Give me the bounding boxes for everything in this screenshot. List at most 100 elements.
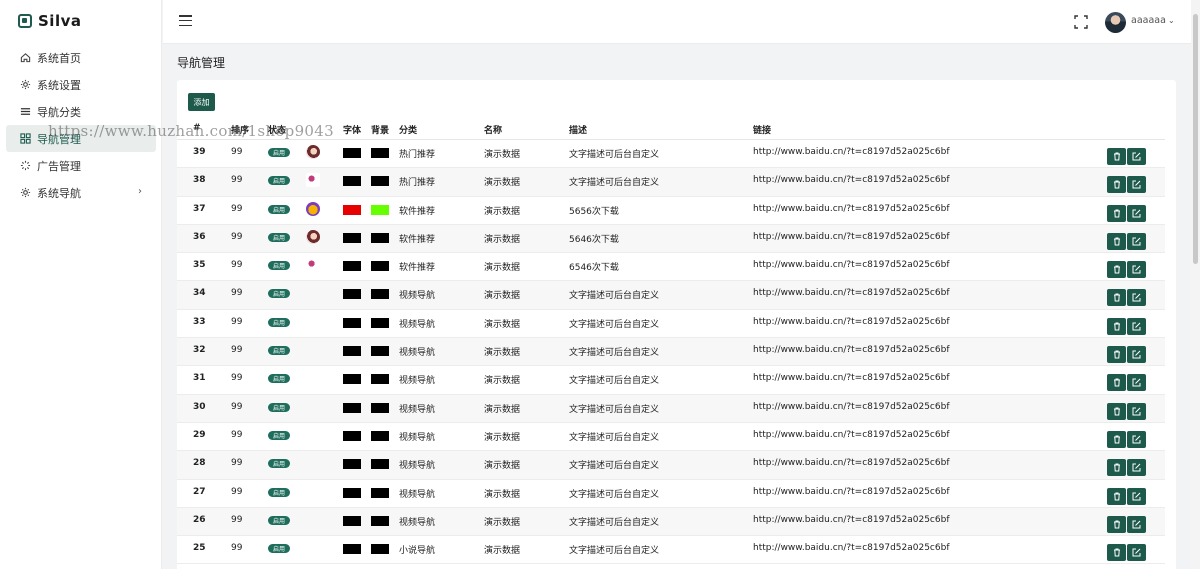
edit-button[interactable]: [1127, 148, 1146, 165]
delete-button[interactable]: [1107, 346, 1126, 364]
sidebar-item-4[interactable]: 广告管理: [6, 152, 156, 179]
edit-button[interactable]: [1127, 544, 1146, 562]
row-id: 33: [193, 316, 206, 327]
table-row: 33 99 启用 视频导航 演示数据 文字描述可后台自定义 http://www.baidu…: [177, 310, 1165, 339]
status-badge: 启用: [268, 317, 290, 327]
delete-button[interactable]: [1107, 148, 1126, 165]
font-color-swatch: [343, 515, 361, 526]
row-desc: 文字描述可后台自定义: [569, 178, 660, 189]
edit-button[interactable]: [1127, 289, 1146, 307]
user-menu[interactable]: aaaaaa ⌄: [1131, 15, 1175, 26]
edit-button[interactable]: [1127, 430, 1146, 448]
row-id: 34: [193, 288, 206, 299]
delete-button[interactable]: [1107, 204, 1126, 222]
row-link: http://www.baidu.cn/?t=c8197d52a025c6bf: [753, 543, 950, 554]
edit-button[interactable]: [1127, 232, 1146, 250]
edit-button[interactable]: [1127, 374, 1146, 392]
row-name: 演示数据: [484, 489, 521, 500]
scroll-thumb[interactable]: [1193, 14, 1198, 264]
bg-color-swatch: [371, 544, 389, 555]
edit-icon: [1132, 265, 1141, 274]
delete-button[interactable]: [1107, 544, 1126, 562]
sidebar-item-3[interactable]: 导航管理: [6, 125, 156, 152]
delete-button[interactable]: [1107, 176, 1126, 194]
edit-icon: [1132, 463, 1141, 472]
bg-color-swatch: [371, 232, 389, 243]
delete-button[interactable]: [1107, 515, 1126, 533]
bg-color-swatch: [371, 176, 389, 187]
delete-button[interactable]: [1107, 289, 1126, 307]
edit-icon: [1132, 209, 1141, 218]
trash-icon: [1113, 152, 1121, 161]
edit-button[interactable]: [1127, 515, 1146, 533]
menu-toggle-icon[interactable]: [179, 15, 192, 29]
table-row: 25 99 启用 小说导航 演示数据 文字描述可后台自定义 http://www.baidu…: [177, 536, 1165, 565]
table-row: 38 99 启用 热门推荐 演示数据 文字描述可后台自定义 http://www.baidu…: [177, 168, 1165, 197]
table-row: 31 99 启用 视频导航 演示数据 文字描述可后台自定义 http://www.baidu…: [177, 366, 1165, 395]
add-button[interactable]: 添加: [188, 93, 215, 111]
edit-icon: [1132, 350, 1141, 359]
delete-button[interactable]: [1107, 430, 1126, 448]
delete-button[interactable]: [1107, 374, 1126, 392]
column-header: 分类: [399, 126, 418, 136]
delete-button[interactable]: [1107, 261, 1126, 279]
row-link: http://www.baidu.cn/?t=c8197d52a025c6bf: [753, 401, 950, 412]
row-actions: [1107, 259, 1147, 279]
trash-icon: [1113, 378, 1121, 387]
site-icon: [306, 145, 320, 159]
row-id: 37: [193, 203, 206, 214]
fullscreen-icon[interactable]: [1074, 15, 1088, 29]
row-id: 30: [193, 401, 206, 412]
row-link: http://www.baidu.cn/?t=c8197d52a025c6bf: [753, 458, 950, 469]
logo-text: Silva: [38, 12, 82, 30]
row-category: 视频导航: [399, 404, 436, 415]
bg-color-swatch: [371, 317, 389, 328]
sidebar-item-1[interactable]: 系统设置: [6, 71, 156, 98]
sidebar-item-label: 系统设置: [37, 78, 81, 92]
logo[interactable]: Silva: [0, 0, 161, 42]
bg-color-swatch: [371, 204, 389, 215]
delete-button[interactable]: [1107, 402, 1126, 420]
sidebar-item-0[interactable]: 系统首页: [6, 44, 156, 71]
edit-button[interactable]: [1127, 176, 1146, 194]
delete-button[interactable]: [1107, 459, 1126, 477]
table-row: 36 99 启用 软件推荐 演示数据 5646次下载 http://www.baidu.cn…: [177, 224, 1165, 254]
delete-button[interactable]: [1107, 232, 1126, 250]
edit-button[interactable]: [1127, 317, 1146, 335]
trash-icon: [1113, 463, 1121, 472]
row-id: 25: [193, 543, 206, 554]
scrollbar[interactable]: [1191, 0, 1200, 569]
edit-button[interactable]: [1127, 487, 1146, 505]
edit-icon: [1132, 492, 1141, 501]
row-actions: [1107, 514, 1147, 533]
font-color-swatch: [343, 374, 361, 385]
row-name: 演示数据: [484, 376, 521, 387]
status-badge: 启用: [268, 289, 290, 299]
logo-icon: [18, 14, 32, 28]
edit-button[interactable]: [1127, 261, 1146, 279]
trash-icon: [1113, 265, 1121, 274]
row-name: 演示数据: [484, 546, 521, 557]
edit-button[interactable]: [1127, 346, 1146, 364]
gear-icon: [19, 79, 31, 91]
table-row: 34 99 启用 视频导航 演示数据 文字描述可后台自定义 http://www.baidu…: [177, 281, 1165, 310]
table-row: 32 99 启用 视频导航 演示数据 文字描述可后台自定义 http://www.baidu…: [177, 338, 1165, 367]
row-link: http://www.baidu.cn/?t=c8197d52a025c6bf: [753, 260, 950, 271]
avatar[interactable]: [1105, 12, 1126, 33]
row-category: 软件推荐: [399, 234, 436, 245]
column-header: 背景: [371, 126, 390, 136]
page-title: 导航管理: [177, 56, 226, 70]
table-body: 39 99 启用 热门推荐 演示数据 文字描述可后台自定义 http://www.baidu…: [177, 140, 1165, 565]
delete-button[interactable]: [1107, 487, 1126, 505]
home-icon: [19, 52, 31, 64]
table-row: 35 99 启用 软件推荐 演示数据 6546次下载 http://www.baidu.cn…: [177, 253, 1165, 282]
sidebar-item-5[interactable]: 系统导航 ›: [6, 179, 156, 206]
column-header: 排序: [231, 126, 250, 136]
edit-button[interactable]: [1127, 204, 1146, 222]
trash-icon: [1113, 322, 1121, 331]
delete-button[interactable]: [1107, 317, 1126, 335]
sidebar-item-2[interactable]: 导航分类: [6, 98, 156, 125]
edit-button[interactable]: [1127, 459, 1146, 477]
edit-button[interactable]: [1127, 402, 1146, 420]
row-id: 27: [193, 486, 206, 497]
